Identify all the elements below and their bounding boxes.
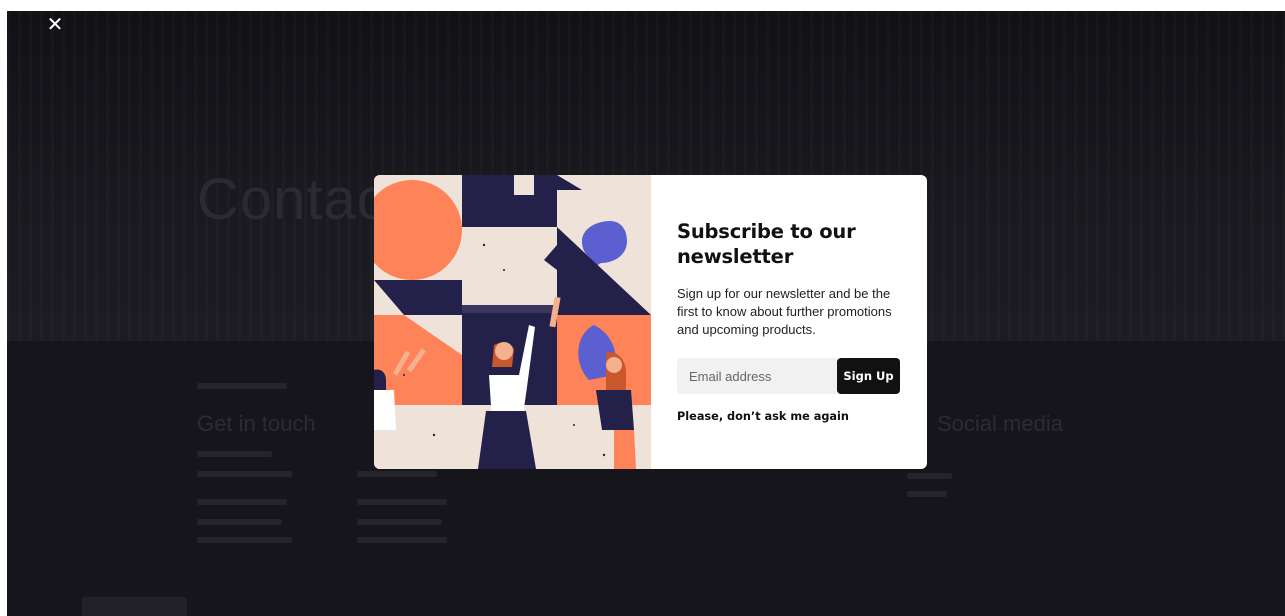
background-text-line <box>357 471 437 477</box>
background-breadcrumb <box>197 383 287 389</box>
dont-ask-again-link[interactable]: Please, don’t ask me again <box>677 410 849 423</box>
background-text-line <box>197 499 287 505</box>
background-text-line <box>197 471 292 477</box>
background-hero-title: Contact <box>197 167 404 232</box>
newsletter-modal: Subscribe to our newsletter Sign up for … <box>374 175 927 469</box>
newsletter-content: Subscribe to our newsletter Sign up for … <box>651 175 927 469</box>
background-text-line <box>197 451 272 457</box>
subscribe-form: Sign Up <box>677 358 901 394</box>
background-text-line <box>197 519 282 525</box>
newsletter-illustration <box>374 175 651 469</box>
illustration-svg <box>374 175 651 469</box>
background-text-line <box>907 491 947 497</box>
page-overlay: Contact Get in touch Social media ✕ Subs… <box>7 11 1285 616</box>
close-icon[interactable]: ✕ <box>45 15 65 35</box>
background-button <box>82 597 187 616</box>
background-text-line <box>357 499 447 505</box>
email-input[interactable] <box>677 358 837 394</box>
background-text-line <box>197 537 292 543</box>
background-text-line <box>357 537 447 543</box>
modal-description: Sign up for our newsletter and be the fi… <box>677 286 892 337</box>
background-text-line <box>357 519 442 525</box>
background-text-line <box>907 473 952 479</box>
modal-title: Subscribe to our newsletter <box>677 220 856 268</box>
sign-up-button[interactable]: Sign Up <box>837 358 900 394</box>
background-section-title-right: Social media <box>937 411 1063 436</box>
background-section-title-left: Get in touch <box>197 411 316 436</box>
